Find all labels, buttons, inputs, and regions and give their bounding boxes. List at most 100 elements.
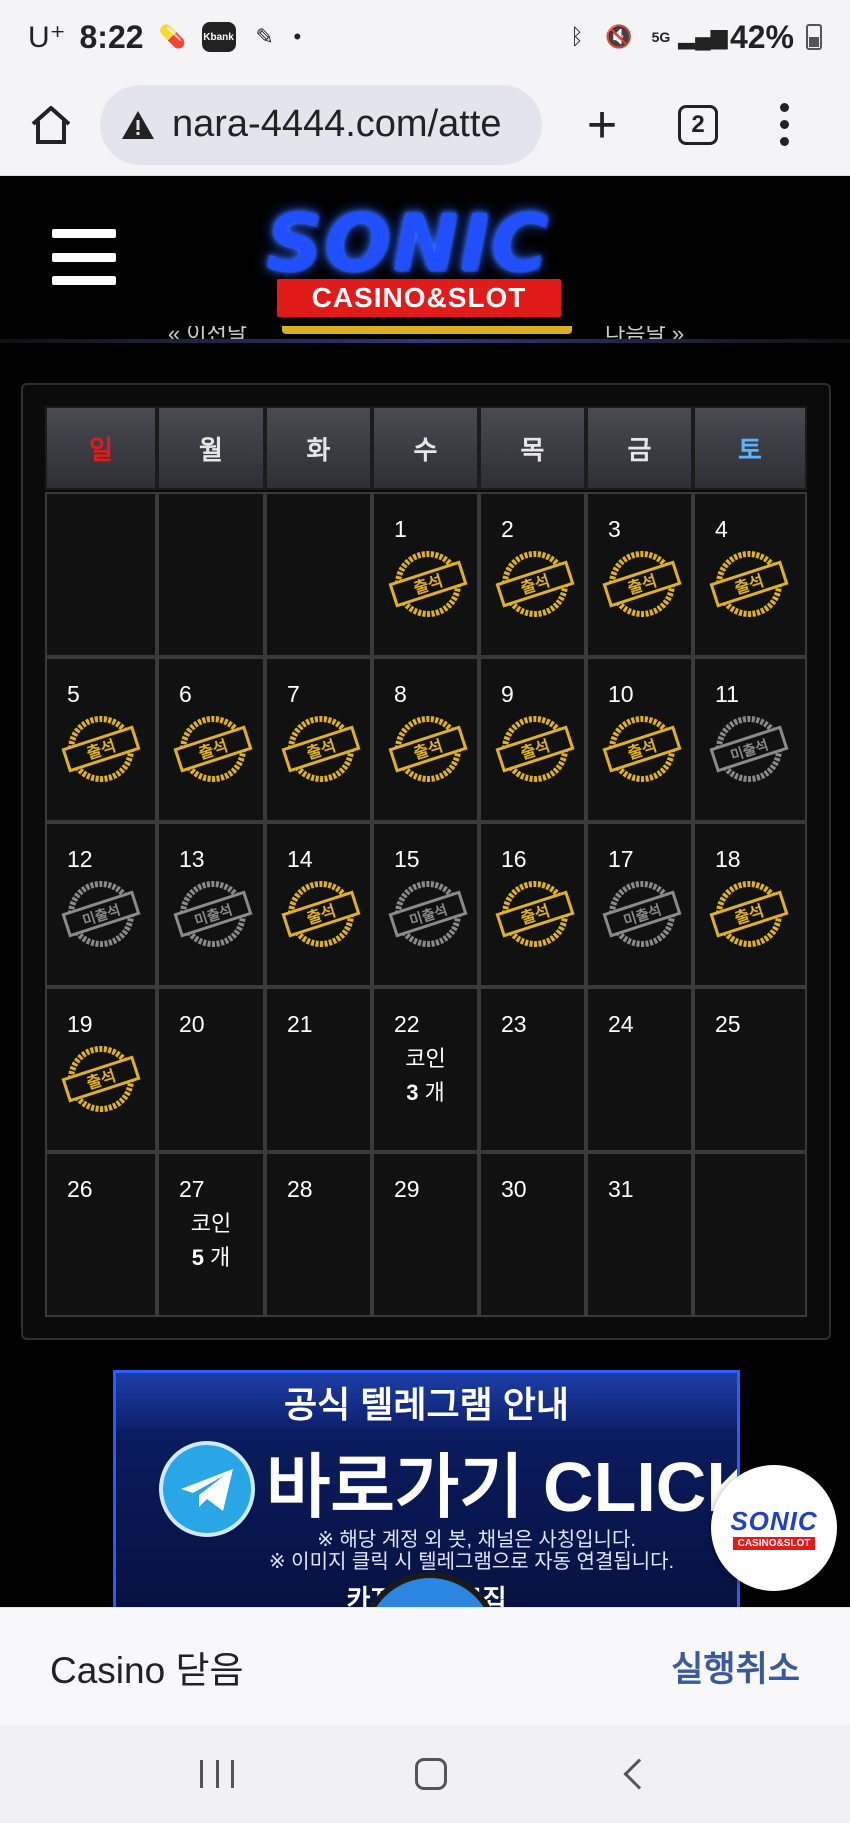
calendar-month-nav: « 이전달 다음달 » bbox=[0, 326, 850, 350]
recents-icon bbox=[200, 1760, 204, 1788]
calendar-day-cell[interactable]: 8 출석 bbox=[372, 657, 479, 822]
attend-stamp-icon: 출석 bbox=[281, 881, 361, 947]
site-logo[interactable]: SONIC CASINO&SLOT bbox=[250, 197, 590, 317]
weekday-thu: 목 bbox=[479, 406, 586, 490]
calendar-day-cell[interactable]: 1 출석 bbox=[372, 492, 479, 657]
calendar-day-cell[interactable]: 12 미출석 bbox=[45, 822, 157, 987]
tab-switcher-button[interactable]: 2 bbox=[678, 104, 718, 145]
day-number: 2 bbox=[501, 516, 514, 542]
sonic-float-button[interactable]: SONIC CASINO&SLOT bbox=[711, 1465, 837, 1591]
calendar-empty-cell bbox=[693, 1152, 807, 1317]
warning-icon[interactable] bbox=[120, 109, 156, 141]
calendar-day-cell[interactable]: 14 출석 bbox=[265, 822, 372, 987]
coin-reward-count: 5개 bbox=[159, 1240, 263, 1272]
status-left: U⁺ 8:22 💊 Kbank ✎ • bbox=[28, 19, 301, 56]
calendar-day-cell[interactable]: 16 출석 bbox=[479, 822, 586, 987]
undo-button[interactable]: 실행취소 bbox=[671, 1641, 800, 1692]
banner-note: ※ 이미지 클릭 시 텔레그램으로 자동 연결됩니다. bbox=[268, 1551, 675, 1573]
calendar-week-row: 19 출석 20 21 22 코인 3 개 23 24 25 bbox=[45, 987, 811, 1152]
fab-logo-text: SONIC bbox=[730, 1506, 818, 1536]
system-nav-bar bbox=[0, 1725, 850, 1823]
url-text: nara-4444.com/atte bbox=[172, 103, 502, 145]
weekday-mon: 월 bbox=[157, 406, 265, 490]
day-number: 19 bbox=[67, 1011, 93, 1037]
prev-month-link[interactable]: « 이전달 bbox=[168, 326, 247, 348]
day-number: 14 bbox=[287, 846, 313, 872]
calendar-day-cell[interactable]: 4 출석 bbox=[693, 492, 807, 657]
calendar-day-cell[interactable]: 10 출석 bbox=[586, 657, 693, 822]
status-time: 8:22 bbox=[79, 18, 144, 55]
banner-title: 공식 텔레그램 안내 bbox=[116, 1373, 737, 1431]
day-number: 7 bbox=[287, 681, 300, 707]
more-notifications-icon: • bbox=[293, 24, 302, 49]
calendar-day-cell[interactable]: 17 미출석 bbox=[586, 822, 693, 987]
day-number: 21 bbox=[287, 1011, 313, 1037]
calendar-day-cell[interactable]: 6 출석 bbox=[157, 657, 265, 822]
logo-sub-text: CASINO&SLOT bbox=[277, 279, 561, 317]
calendar-day-cell[interactable]: 26 bbox=[45, 1152, 157, 1317]
attend-stamp-icon: 출석 bbox=[61, 716, 141, 782]
calendar-weekday-header: 일 월 화 수 목 금 토 bbox=[45, 406, 811, 490]
day-number: 5 bbox=[67, 681, 80, 707]
calendar-day-cell[interactable]: 30 bbox=[479, 1152, 586, 1317]
day-number: 6 bbox=[179, 681, 192, 707]
menu-dot-icon bbox=[779, 103, 789, 112]
network-5g-icon: 5G bbox=[651, 29, 671, 45]
day-number: 30 bbox=[501, 1176, 527, 1202]
calendar-day-cell[interactable]: 20 bbox=[157, 987, 265, 1152]
menu-dot-icon bbox=[779, 137, 789, 146]
calendar-day-cell[interactable]: 5 출석 bbox=[45, 657, 157, 822]
next-month-link[interactable]: 다음달 » bbox=[605, 326, 684, 348]
menu-dot-icon bbox=[779, 120, 789, 129]
calendar-day-cell[interactable]: 19 출석 bbox=[45, 987, 157, 1152]
calendar-day-cell[interactable]: 29 bbox=[372, 1152, 479, 1317]
day-number: 16 bbox=[501, 846, 527, 872]
battery-percent: 42% bbox=[729, 18, 794, 55]
calendar-day-cell[interactable]: 13 미출석 bbox=[157, 822, 265, 987]
calendar-day-cell[interactable]: 11 미출석 bbox=[693, 657, 807, 822]
coin-amount: 5 bbox=[191, 1245, 204, 1270]
hamburger-menu-button[interactable] bbox=[52, 229, 116, 285]
day-number: 13 bbox=[179, 846, 205, 872]
kbank-icon: Kbank bbox=[201, 22, 236, 52]
calendar-day-cell[interactable]: 31 bbox=[586, 1152, 693, 1317]
home-button[interactable] bbox=[26, 100, 76, 150]
new-tab-button[interactable]: + bbox=[576, 99, 628, 151]
day-number: 23 bbox=[501, 1011, 527, 1037]
back-button[interactable] bbox=[623, 1758, 655, 1790]
calendar-day-cell[interactable]: 23 bbox=[479, 987, 586, 1152]
attend-stamp-icon: 출석 bbox=[61, 1046, 141, 1112]
weekday-sat: 토 bbox=[693, 406, 807, 490]
coin-unit: 개 bbox=[210, 1245, 231, 1270]
day-number: 27 bbox=[179, 1176, 205, 1202]
browser-toolbar: nara-4444.com/atte + 2 bbox=[0, 74, 850, 176]
calendar-day-cell[interactable]: 2 출석 bbox=[479, 492, 586, 657]
calendar-day-cell[interactable]: 25 bbox=[693, 987, 807, 1152]
home-nav-button[interactable] bbox=[414, 1758, 447, 1790]
attend-stamp-icon: 출석 bbox=[495, 551, 575, 617]
browser-menu-button[interactable] bbox=[774, 103, 794, 146]
day-number: 15 bbox=[394, 846, 420, 872]
address-bar[interactable]: nara-4444.com/atte bbox=[100, 84, 542, 165]
calendar-day-cell[interactable]: 28 bbox=[265, 1152, 372, 1317]
pill-icon: 💊 bbox=[158, 24, 187, 49]
calendar-day-cell[interactable]: 18 출석 bbox=[693, 822, 807, 987]
calendar-week-row: 5 출석 6 출석 7 출석 8 출석 9 출석 10 출석 11 미출석 bbox=[45, 657, 811, 822]
calendar-day-cell[interactable]: 3 출석 bbox=[586, 492, 693, 657]
coin-reward-count: 3개 bbox=[374, 1075, 477, 1107]
calendar-day-cell[interactable]: 15 미출석 bbox=[372, 822, 479, 987]
calendar-day-cell[interactable]: 27 코인 5 개 bbox=[157, 1152, 265, 1317]
mute-icon: 🔇 bbox=[605, 24, 633, 49]
day-number: 31 bbox=[608, 1176, 634, 1202]
carrier-label: U⁺ bbox=[28, 20, 66, 54]
calendar-day-cell[interactable]: 22 코인 3 개 bbox=[372, 987, 479, 1152]
calendar-day-cell[interactable]: 21 bbox=[265, 987, 372, 1152]
site-header: SONIC CASINO&SLOT bbox=[0, 177, 850, 339]
calendar-day-cell[interactable]: 9 출석 bbox=[479, 657, 586, 822]
calendar-day-cell[interactable]: 7 출석 bbox=[265, 657, 372, 822]
recents-button[interactable] bbox=[200, 1760, 235, 1788]
attend-stamp-icon: 출석 bbox=[281, 716, 361, 782]
attend-stamp-icon: 출석 bbox=[388, 551, 468, 617]
calendar-day-cell[interactable]: 24 bbox=[586, 987, 693, 1152]
attend-stamp-icon: 출석 bbox=[709, 881, 789, 947]
